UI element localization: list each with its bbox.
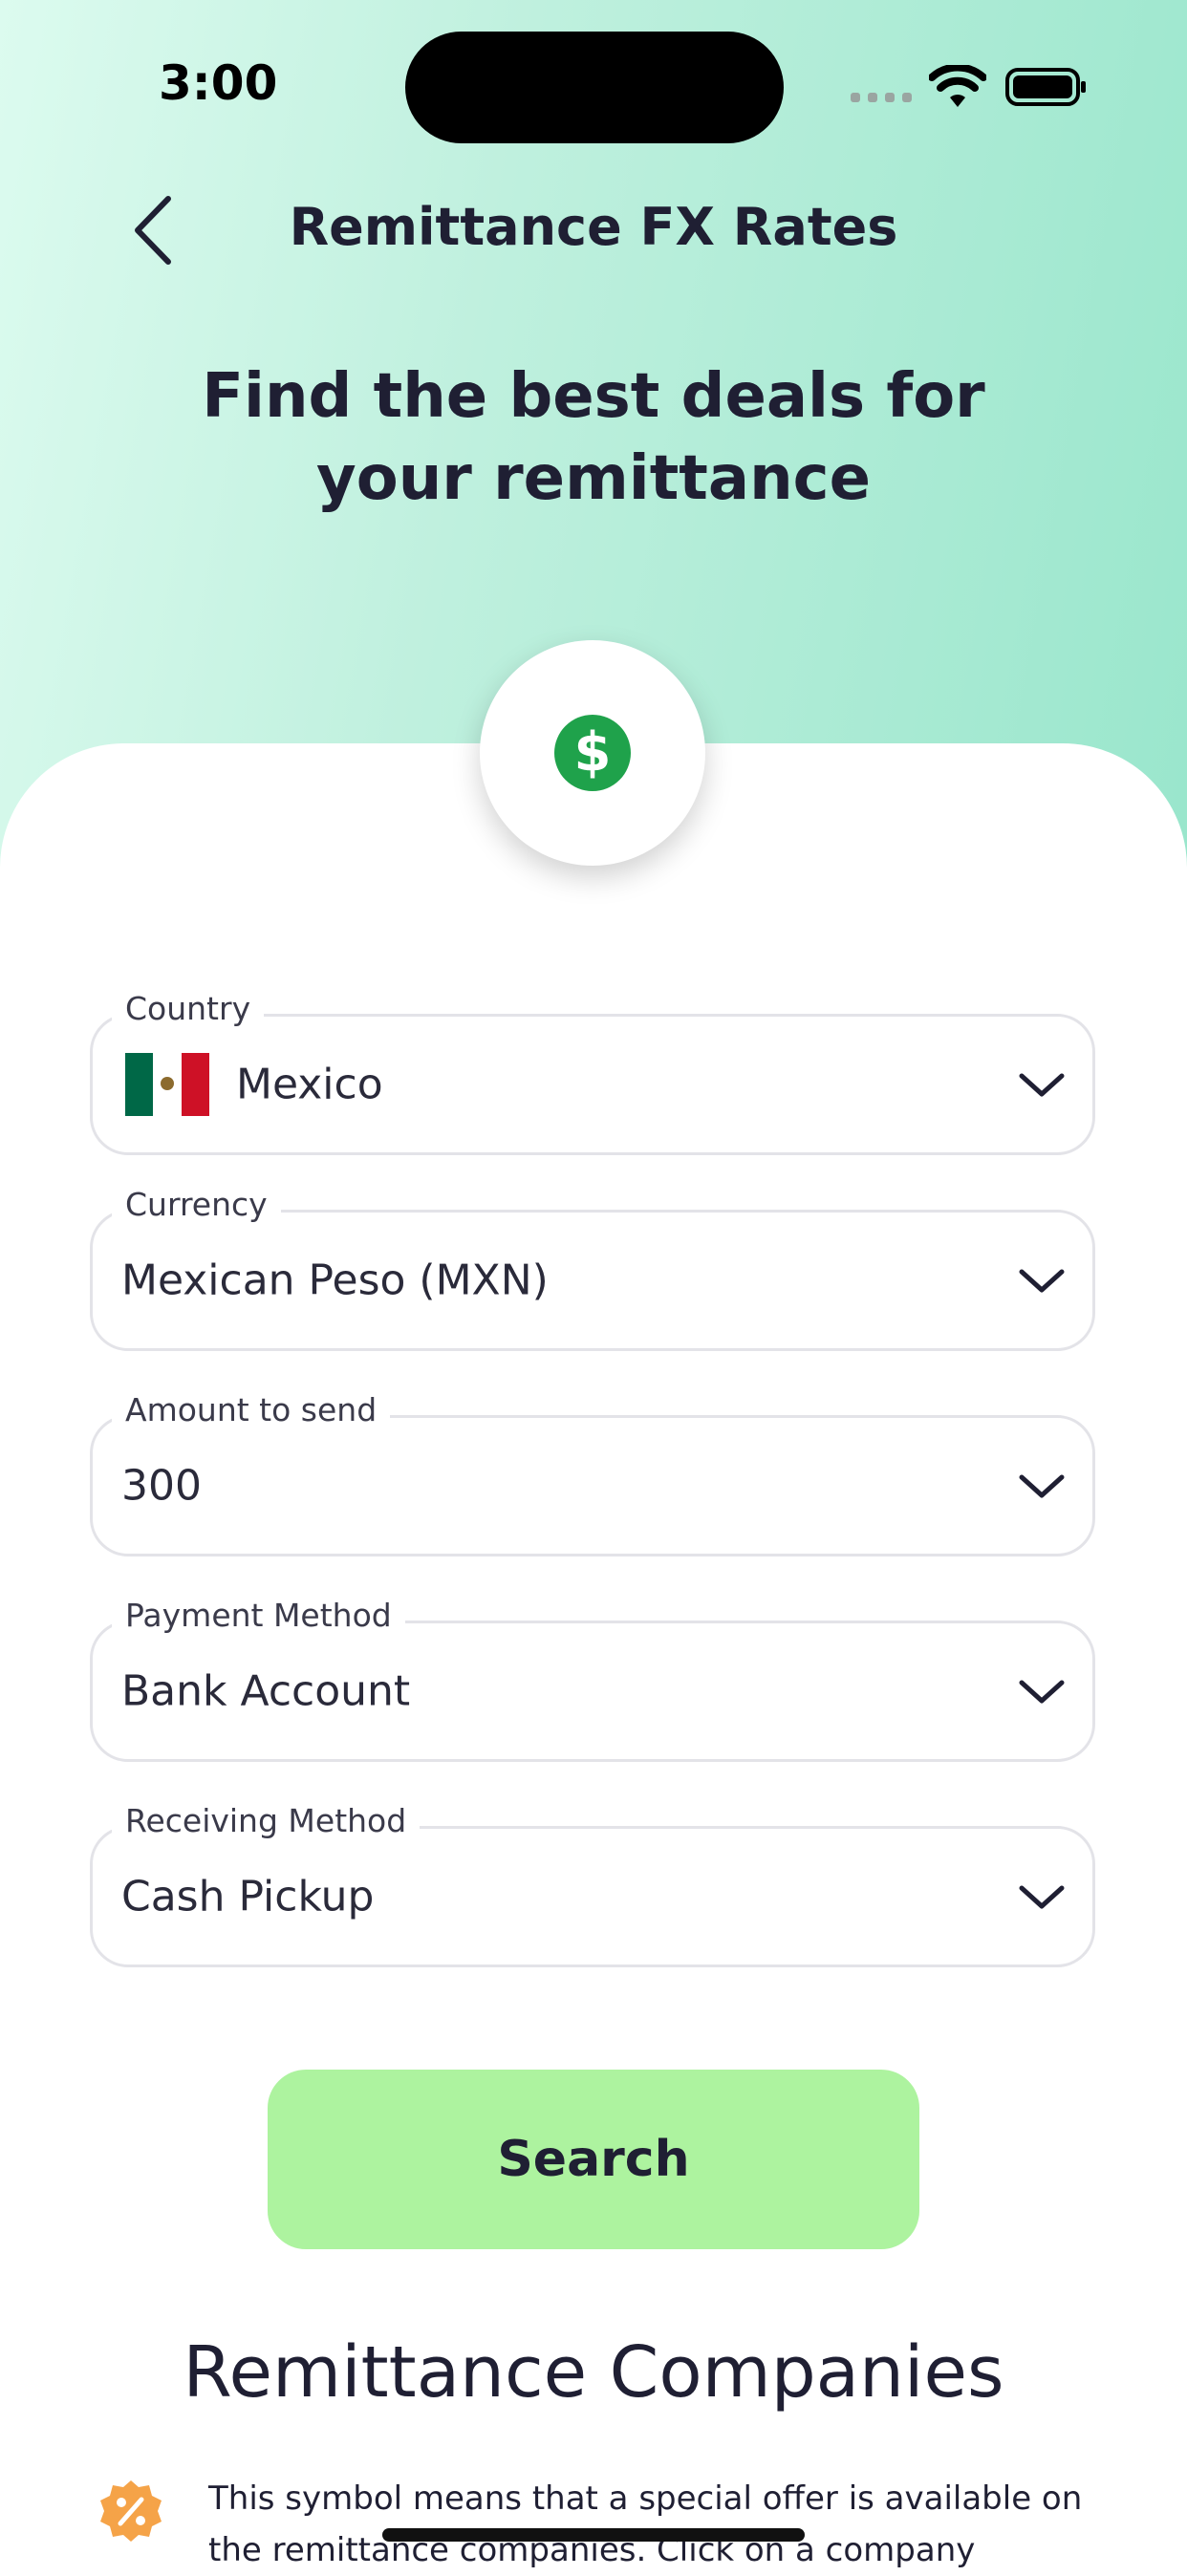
country-select[interactable]: Country Mexico	[90, 988, 1095, 1155]
home-indicator	[382, 2528, 805, 2542]
battery-icon	[1005, 68, 1086, 106]
payment-method-value: Bank Account	[121, 1666, 411, 1716]
chevron-down-icon	[1019, 1474, 1065, 1498]
receiving-method-select[interactable]: Receiving Method Cash Pickup	[90, 1800, 1095, 1967]
currency-label: Currency	[112, 1184, 281, 1226]
special-offer-percent-icon	[100, 2480, 162, 2542]
dynamic-island	[405, 32, 784, 143]
page-title: Remittance FX Rates	[289, 197, 898, 257]
currency-select[interactable]: Currency Mexican Peso (MXN)	[90, 1184, 1095, 1351]
country-value: Mexico	[236, 1060, 383, 1109]
mexico-flag-icon	[125, 1053, 209, 1116]
receiving-method-value: Cash Pickup	[121, 1872, 375, 1921]
chevron-down-icon	[1019, 1269, 1065, 1293]
special-offer-note: This symbol means that a special offer i…	[208, 2479, 1083, 2569]
amount-label: Amount to send	[112, 1389, 391, 1431]
status-time: 3:00	[159, 55, 278, 111]
payment-method-select[interactable]: Payment Method Bank Account	[90, 1595, 1095, 1762]
cellular-signal-icon	[851, 93, 912, 102]
headline: Find the best deals for your remittance	[202, 361, 985, 514]
payment-method-label: Payment Method	[112, 1595, 405, 1637]
amount-value: 300	[121, 1461, 202, 1511]
chevron-down-icon	[1019, 1885, 1065, 1909]
companies-heading: Remittance Companies	[183, 2331, 1004, 2414]
search-button[interactable]: Search	[268, 2070, 919, 2249]
country-label: Country	[112, 988, 265, 1030]
amount-input[interactable]: Amount to send 300	[90, 1389, 1095, 1556]
wifi-icon	[929, 65, 986, 107]
currency-badge: $	[480, 640, 705, 866]
chevron-down-icon	[1019, 1680, 1065, 1704]
receiving-method-label: Receiving Method	[112, 1800, 421, 1842]
currency-value: Mexican Peso (MXN)	[121, 1256, 549, 1305]
chevron-down-icon	[1019, 1073, 1065, 1097]
dollar-coin-icon: $	[554, 715, 631, 791]
